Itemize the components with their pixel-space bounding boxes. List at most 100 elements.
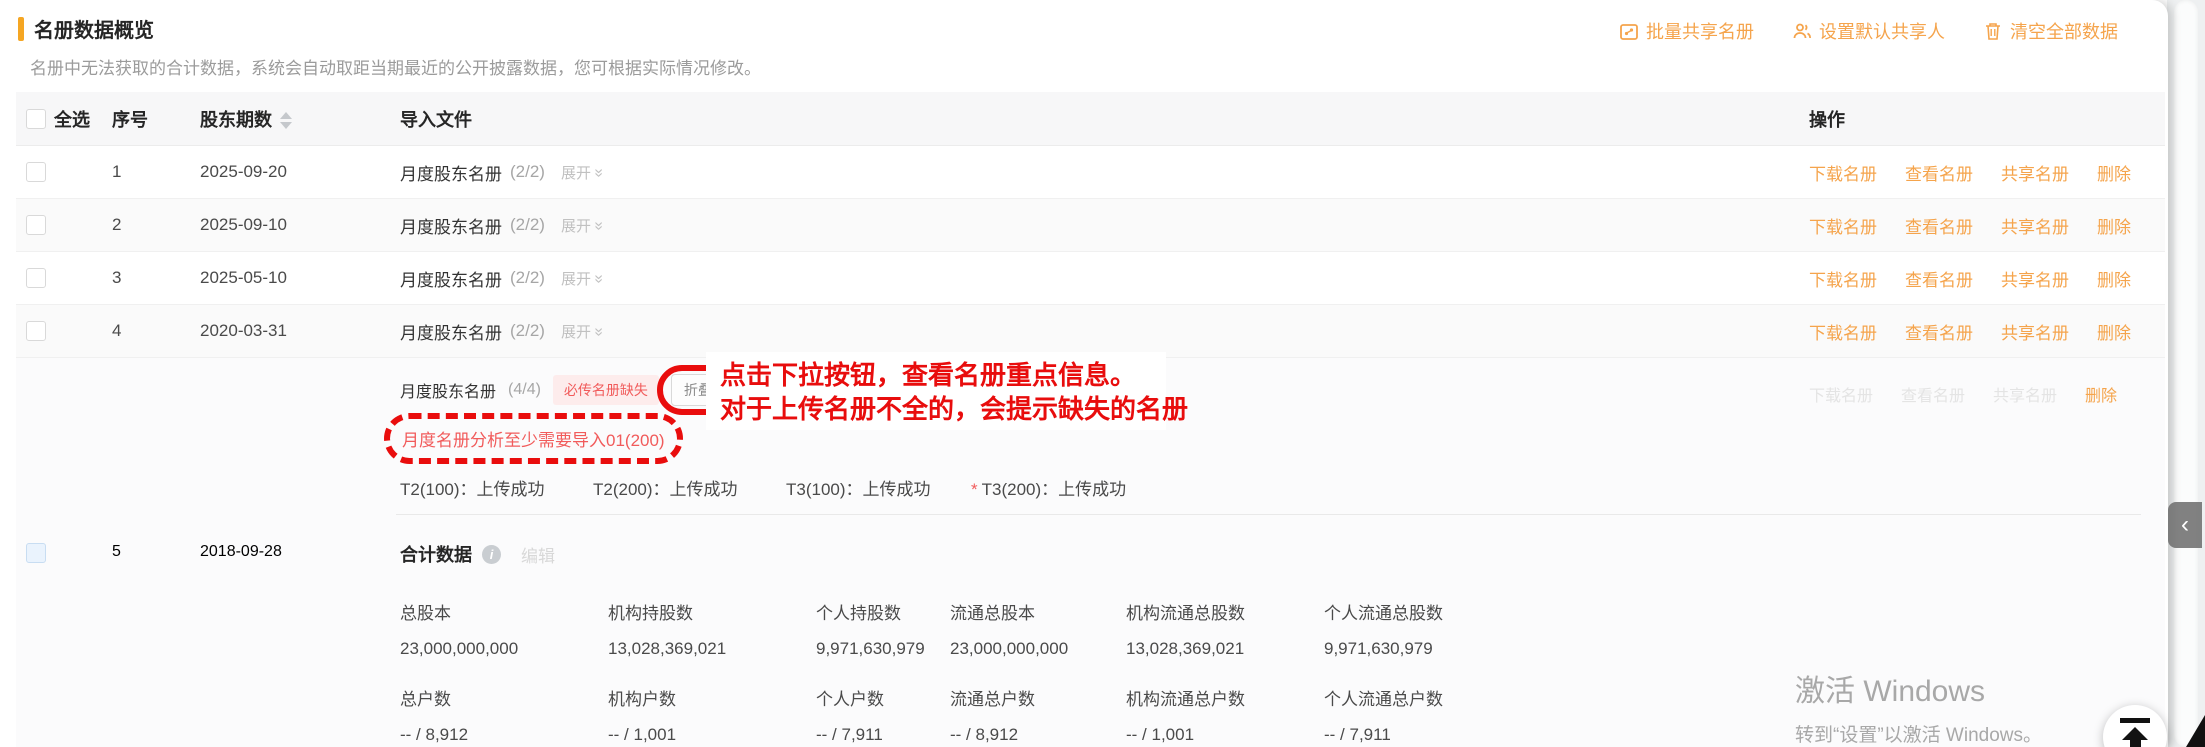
clear-all-button[interactable]: 清空全部数据: [1983, 18, 2118, 44]
upload-status-item: T2(100)：上传成功: [400, 480, 545, 499]
row-file-name: 月度股东名册: [400, 323, 502, 343]
expand-button[interactable]: 展开»: [560, 215, 607, 236]
stat-item: 个人户数 -- / 7,911: [816, 690, 884, 744]
collapse-panel-tab[interactable]: ‹: [2168, 502, 2202, 548]
stat-item: 机构流通总户数 -- / 1,001: [1126, 690, 1245, 744]
stats-row-accounts: 总户数 -- / 8,912 机构户数 -- / 1,001 个人户数 -- / 7,…: [400, 685, 1793, 745]
expand-button[interactable]: 展开»: [560, 162, 607, 183]
chevron-double-down-icon: »: [590, 221, 608, 229]
chevron-double-down-icon: »: [590, 168, 608, 176]
stat-item: 个人持股数 9,971,630,979: [816, 604, 925, 658]
row-period: 2025-09-20: [200, 162, 287, 181]
row-file-count: (2/2): [510, 162, 545, 181]
select-all-label: 全选: [54, 109, 90, 130]
header-import-file: 导入文件: [400, 109, 472, 130]
row-checkbox[interactable]: [26, 268, 46, 288]
table-row: 1 2025-09-20 月度股东名册 (2/2) 展开» 下载名册 查看名册 …: [16, 146, 2165, 199]
expand-button[interactable]: 展开»: [561, 321, 607, 342]
download-roster-link[interactable]: 下载名册: [1809, 266, 1877, 291]
row-period: 2025-09-10: [200, 215, 287, 234]
row-checkbox[interactable]: [26, 321, 46, 341]
upload-status-item: T3(100)：上传成功: [786, 480, 931, 499]
back-to-top-icon: [2103, 718, 2167, 747]
vertical-scrollbar[interactable]: [2174, 0, 2198, 747]
table-row: 4 2020-03-31 月度股东名册 (2/2) 展开» 下载名册 查看名册 …: [16, 305, 2165, 358]
chevron-double-down-icon: »: [590, 274, 608, 282]
watermark-line1: 激活 Windows: [1795, 675, 1986, 708]
row-checkbox[interactable]: [26, 543, 46, 563]
missing-roster-warning: 月度名册分析至少需要导入01(200): [402, 431, 665, 450]
page-title: 名册数据概览: [34, 20, 154, 42]
expand-label: 展开: [560, 217, 591, 235]
row-period: 2018-09-28: [200, 543, 282, 560]
row-checkbox[interactable]: [26, 162, 46, 182]
view-roster-link[interactable]: 查看名册: [1905, 213, 1973, 238]
stats-row-shares: 总股本 23,000,000,000 机构持股数 13,028,369,021 个人…: [400, 599, 1793, 659]
clear-all-label: 清空全部数据: [2010, 22, 2118, 42]
row-file-count: (2/2): [510, 215, 545, 234]
title-accent-bar: [18, 16, 24, 41]
row-file-name: 月度股东名册: [400, 164, 502, 184]
set-default-sharer-label: 设置默认共享人: [1819, 22, 1945, 42]
chevron-left-icon: ‹: [2181, 511, 2189, 538]
row-index: 1: [112, 162, 122, 181]
upload-status-item: T2(200)：上传成功: [593, 480, 738, 499]
share-roster-link[interactable]: 共享名册: [2001, 266, 2069, 291]
share-roster-link[interactable]: 共享名册: [2001, 319, 2069, 344]
upload-status-list: T2(100)：上传成功 T2(200)：上传成功 T3(100)：上传成功 *…: [400, 475, 1793, 500]
delete-link[interactable]: 删除: [2097, 213, 2131, 238]
expanded-file-name: 月度股东名册: [400, 384, 497, 401]
delete-link[interactable]: 删除: [2097, 160, 2131, 185]
batch-share-button[interactable]: 批量共享名册: [1619, 18, 1754, 44]
expand-button[interactable]: 展开»: [561, 268, 607, 289]
row-file-count: (2/2): [510, 268, 545, 287]
summary-title: 合计数据: [400, 545, 472, 565]
delete-link[interactable]: 删除: [2097, 266, 2131, 291]
users-icon: [1792, 21, 1812, 41]
share-roster-link[interactable]: 共享名册: [2001, 160, 2069, 185]
upload-status-item: * T3(200)：上传成功: [971, 480, 1127, 499]
info-icon[interactable]: i: [482, 544, 501, 564]
row-file-name: 月度股东名册: [400, 270, 502, 290]
row-checkbox[interactable]: [26, 215, 46, 235]
share-roster-link-disabled: 共享名册: [1993, 388, 2058, 405]
select-all-checkbox[interactable]: [26, 108, 46, 129]
view-roster-link-disabled: 查看名册: [1901, 388, 1966, 405]
row-index: 5: [112, 543, 121, 560]
summary-block: 合计数据 i 编辑 总股本 23,000,000,000 机构持股数 13,028,…: [396, 541, 1793, 745]
missing-roster-badge: 必传名册缺失: [552, 375, 659, 405]
download-roster-link[interactable]: 下载名册: [1809, 213, 1877, 238]
set-default-sharer-button[interactable]: 设置默认共享人: [1792, 18, 1945, 44]
download-roster-link[interactable]: 下载名册: [1809, 319, 1877, 344]
view-roster-link[interactable]: 查看名册: [1905, 319, 1973, 344]
table-header-row: 全选 序号 股东期数 导入文件 操作: [16, 92, 2165, 146]
trash-icon: [1983, 21, 2003, 41]
stat-item: 流通总股本 23,000,000,000: [950, 604, 1069, 658]
stat-item: 机构持股数 13,028,369,021: [608, 604, 727, 658]
view-roster-link[interactable]: 查看名册: [1905, 160, 1973, 185]
warning-annotation-oval: 月度名册分析至少需要导入01(200): [384, 413, 683, 464]
delete-link[interactable]: 删除: [2097, 319, 2131, 344]
table-row: 3 2025-05-10 月度股东名册 (2/2) 展开» 下载名册 查看名册 …: [16, 252, 2165, 305]
page-header: 名册数据概览: [18, 14, 154, 43]
stat-item: 总股本 23,000,000,000: [400, 604, 519, 658]
view-roster-link[interactable]: 查看名册: [1905, 266, 1973, 291]
header-period-label: 股东期数: [200, 109, 272, 130]
row-file-name: 月度股东名册: [400, 217, 502, 237]
expand-label: 展开: [560, 164, 591, 182]
row-file-count: (2/2): [510, 321, 545, 340]
share-roster-link[interactable]: 共享名册: [2001, 213, 2069, 238]
batch-share-label: 批量共享名册: [1646, 22, 1754, 42]
share-box-icon: [1619, 21, 1639, 41]
page-subtitle: 名册中无法获取的合计数据，系统会自动取距当期最近的公开披露数据，您可根据实际情况…: [30, 59, 761, 78]
download-roster-link[interactable]: 下载名册: [1809, 160, 1877, 185]
sort-carets-icon[interactable]: [280, 112, 292, 130]
row-index: 2: [112, 215, 122, 234]
header-period: 股东期数: [190, 106, 396, 132]
row-index: 3: [112, 268, 122, 287]
stat-item: 机构流通总股数 13,028,369,021: [1126, 604, 1245, 658]
delete-link[interactable]: 删除: [2085, 382, 2117, 406]
stat-item: 总户数 -- / 8,912: [400, 690, 469, 744]
header-actions: 操作: [1809, 109, 1845, 130]
edit-button-disabled: 编辑: [521, 546, 555, 566]
